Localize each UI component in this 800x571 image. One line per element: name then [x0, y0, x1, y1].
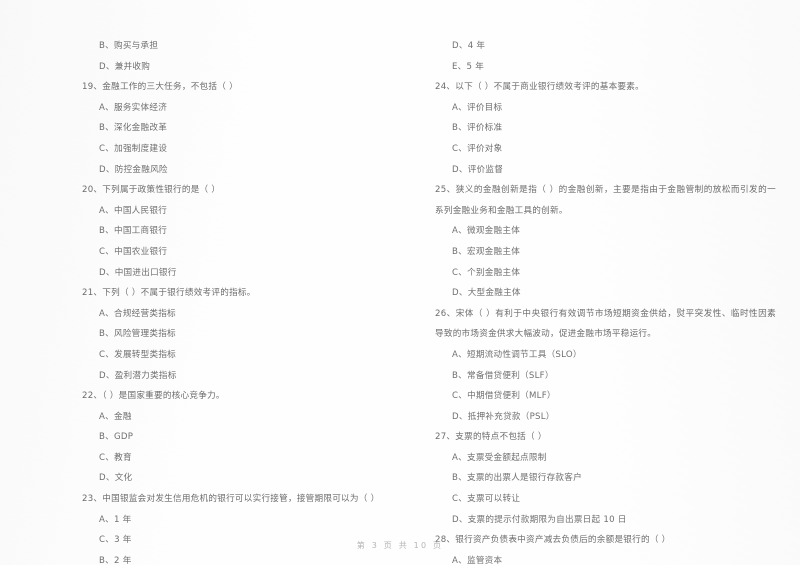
question-stem: 25、狭义的金融创新是指（ ）的金融创新，主要是指由于金融管制的放松而引发的一系…: [435, 185, 776, 216]
exam-page: B、购买与承担 D、兼并收购 19、金融工作的三大任务，不包括（ ） A、服务实体经济…: [0, 0, 800, 566]
option-line: D、抵押补充贷款（PSL）: [452, 411, 555, 422]
right-column: D、4 年 E、5 年 24、以下（ ）不属于商业银行绩效考评的基本要素。 A、评价目…: [400, 0, 800, 566]
option-line: B、评价标准: [452, 123, 503, 134]
option-line: A、监管资本: [452, 555, 503, 566]
option-line: B、购买与承担: [99, 41, 159, 51]
question-27: 27、支票的特点不包括（ ） A、支票受金额起点限制 B、支票的出票人是银行存款客户…: [435, 427, 776, 530]
option-line: C、中国农业银行: [99, 246, 168, 257]
option-line: A、支票受金额起点限制: [452, 452, 547, 463]
option-line: D、盈利潜力类指标: [99, 370, 177, 381]
left-column: B、购买与承担 D、兼并收购 19、金融工作的三大任务，不包括（ ） A、服务实体经济…: [0, 0, 400, 566]
option-line: C、加强制度建设: [99, 143, 168, 154]
question-19: 19、金融工作的三大任务，不包括（ ） A、服务实体经济 B、深化金融改革 C、加强制…: [82, 77, 390, 180]
option-line: A、微观金融主体: [452, 226, 521, 237]
option-line: A、中国人民银行: [99, 205, 168, 216]
page-content: B、购买与承担 D、兼并收购 19、金融工作的三大任务，不包括（ ） A、服务实体经济…: [0, 0, 800, 566]
option-line: A、评价目标: [452, 102, 503, 113]
question-stem: 20、下列属于政策性银行的是（ ）: [82, 185, 221, 196]
question-stem: 22、（ ）是国家重要的核心竞争力。: [82, 391, 225, 402]
question-stem: 27、支票的特点不包括（ ）: [435, 432, 547, 443]
option-line: D、防控金融风险: [99, 164, 168, 175]
page-footer: 第 3 页 共 10 页: [356, 541, 444, 550]
option-line: A、合规经营类指标: [99, 308, 176, 319]
option-line: A、服务实体经济: [99, 102, 168, 113]
option-line: B、宏观金融主体: [452, 246, 521, 257]
option-line: D、4 年: [452, 41, 486, 51]
option-line: C、教育: [99, 452, 132, 463]
option-line: C、发展转型类指标: [99, 349, 177, 360]
option-line: B、常备借贷便利（SLF）: [452, 370, 554, 381]
question-25: 25、狭义的金融创新是指（ ）的金融创新，主要是指由于金融管制的放松而引发的一系…: [435, 180, 776, 304]
question-stem: 24、以下（ ）不属于商业银行绩效考评的基本要素。: [435, 82, 644, 93]
option-line: D、兼并收购: [99, 61, 151, 72]
option-line: C、中期借贷便利（MLF）: [452, 391, 556, 402]
option-line: B、深化金融改革: [99, 123, 168, 134]
option-line: D、中国进出口银行: [99, 267, 177, 278]
option-line: A、1 年: [99, 514, 132, 525]
option-line: B、2 年: [99, 555, 132, 566]
question-26: 26、宋体（ ）有利于中央银行有效调节市场短期资金供给，熨平突发性、临时性因素导…: [435, 304, 776, 428]
question-stem: 21、下列（ ）不属于银行绩效考评的指标。: [82, 288, 256, 299]
question-23: 23、中国银监会对发生信用危机的银行可以实行接管，接管期限可以为（ ） A、1 年…: [82, 489, 390, 571]
question-stem: 23、中国银监会对发生信用危机的银行可以实行接管，接管期限可以为（ ）: [82, 494, 380, 505]
question-24: 24、以下（ ）不属于商业银行绩效考评的基本要素。 A、评价目标 B、评价标准 C、评…: [435, 77, 776, 180]
option-line: A、金融: [99, 411, 132, 422]
option-line: D、文化: [99, 473, 133, 484]
question-stem: 26、宋体（ ）有利于中央银行有效调节市场短期资金供给，熨平突发性、临时性因素导…: [435, 308, 776, 340]
option-line: E、5 年: [452, 61, 485, 72]
option-line: B、风险管理类指标: [99, 329, 176, 340]
option-line: D、支票的提示付款期限为自出票日起 10 日: [452, 514, 627, 525]
question-22: 22、（ ）是国家重要的核心竞争力。 A、金融 B、GDP C、教育 D、文化: [82, 386, 390, 489]
option-line: C、评价对象: [452, 143, 503, 154]
option-line: D、大型金融主体: [452, 288, 521, 299]
option-line: D、评价监督: [452, 164, 504, 175]
option-line: C、个别金融主体: [452, 267, 521, 278]
question-stem: 19、金融工作的三大任务，不包括（ ）: [82, 82, 238, 93]
option-line: B、中国工商银行: [99, 226, 168, 237]
option-line: A、短期流动性调节工具（SLO）: [452, 349, 582, 360]
option-line: B、支票的出票人是银行存款客户: [452, 473, 582, 484]
question-21: 21、下列（ ）不属于银行绩效考评的指标。 A、合规经营类指标 B、风险管理类指标 C…: [82, 283, 390, 386]
option-line: C、支票可以转让: [452, 494, 521, 505]
option-line: B、GDP: [99, 432, 134, 443]
question-20: 20、下列属于政策性银行的是（ ） A、中国人民银行 B、中国工商银行 C、中国农业银…: [82, 180, 390, 283]
